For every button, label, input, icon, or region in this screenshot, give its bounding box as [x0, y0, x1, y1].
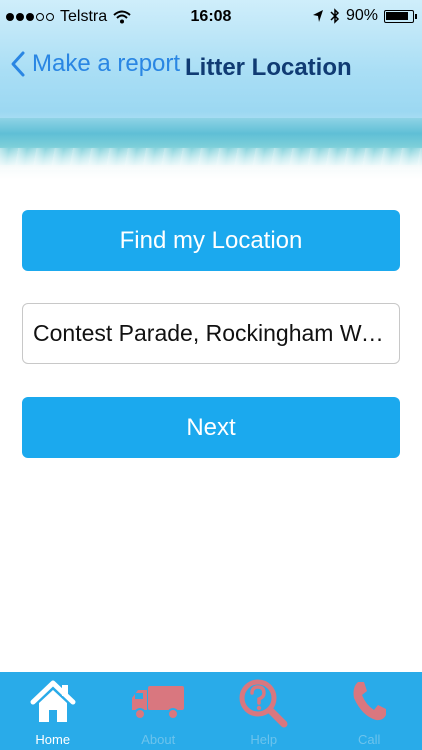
tab-call[interactable]: Call [317, 672, 422, 750]
status-right: 90% [312, 7, 417, 25]
bluetooth-icon [330, 8, 340, 24]
help-search-icon [239, 679, 288, 728]
location-field-value: Contest Parade, Rockingham WA 6168 [33, 320, 389, 346]
battery-icon [384, 9, 417, 23]
tab-about-label: About [141, 732, 176, 747]
status-bar: Telstra 16:08 90% [0, 0, 422, 34]
tab-bar: Home About Help Call [0, 672, 422, 750]
battery-fill [386, 11, 408, 20]
tab-home[interactable]: Home [0, 672, 106, 750]
phone-icon [353, 682, 387, 721]
tab-call-label: Call [358, 732, 381, 747]
home-icon [30, 680, 76, 722]
chevron-left-icon [11, 51, 25, 77]
battery-percent: 90% [345, 7, 378, 24]
location-field[interactable]: Contest Parade, Rockingham WA 6168 [22, 303, 400, 364]
truck-icon [132, 686, 185, 720]
find-my-location-button[interactable]: Find my Location [22, 210, 400, 271]
next-button[interactable]: Next [22, 397, 400, 458]
tab-about[interactable]: About [106, 672, 212, 750]
beach-sand [0, 165, 422, 180]
location-arrow-icon [312, 10, 323, 22]
back-button-label: Make a report [32, 50, 181, 77]
back-button[interactable]: Make a report [10, 50, 180, 78]
navigation-bar: Make a report Litter Location [0, 46, 422, 86]
tab-home-label: Home [35, 732, 71, 747]
tab-help[interactable]: Help [211, 672, 317, 750]
tab-help-label: Help [250, 732, 278, 747]
page-title: Litter Location [185, 54, 352, 81]
